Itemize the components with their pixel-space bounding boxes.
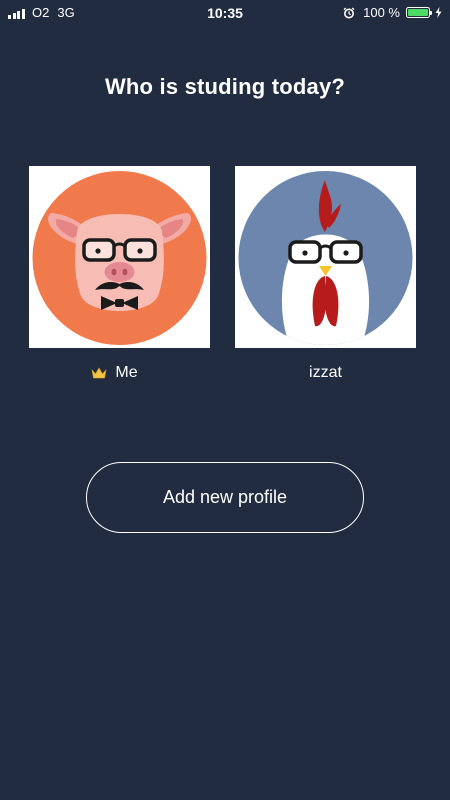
profile-name-izzat: izzat bbox=[309, 364, 342, 381]
profile-me[interactable]: Me bbox=[29, 166, 210, 383]
profile-label-izzat: izzat bbox=[235, 363, 416, 383]
avatar-me[interactable] bbox=[29, 166, 210, 348]
rooster-avatar-icon bbox=[238, 171, 413, 345]
charging-bolt-icon bbox=[435, 7, 442, 18]
status-right: 100 % bbox=[343, 5, 442, 20]
crown-icon bbox=[91, 367, 107, 379]
profile-izzat[interactable]: izzat bbox=[235, 166, 416, 383]
page-title: Who is studing today? bbox=[104, 74, 346, 99]
battery-icon bbox=[406, 7, 432, 18]
status-bar: O2 3G 10:35 100 % bbox=[0, 0, 450, 26]
battery-percent: 100 % bbox=[363, 5, 400, 20]
profile-name-me: Me bbox=[115, 364, 138, 381]
alarm-icon bbox=[343, 6, 355, 18]
avatar-izzat[interactable] bbox=[235, 166, 416, 348]
pig-avatar-icon bbox=[32, 171, 207, 345]
profile-label-me: Me bbox=[19, 363, 210, 383]
add-new-profile-button[interactable]: Add new profile bbox=[86, 462, 364, 533]
